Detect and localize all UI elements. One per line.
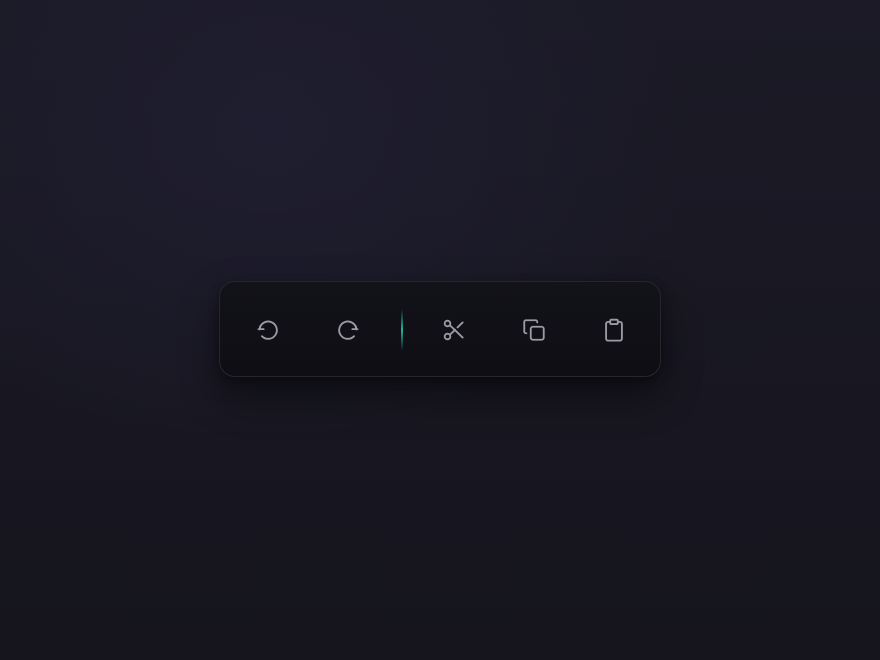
scissors-icon <box>441 317 467 343</box>
undo-icon <box>255 317 281 343</box>
redo-icon <box>335 317 361 343</box>
cut-button[interactable] <box>430 306 478 354</box>
undo-button[interactable] <box>244 306 292 354</box>
paste-button[interactable] <box>590 306 638 354</box>
copy-button[interactable] <box>510 306 558 354</box>
redo-button[interactable] <box>324 306 372 354</box>
copy-icon <box>521 317 547 343</box>
edit-toolbar <box>219 281 661 377</box>
clipboard-icon <box>601 317 627 343</box>
toolbar-divider <box>401 309 403 351</box>
